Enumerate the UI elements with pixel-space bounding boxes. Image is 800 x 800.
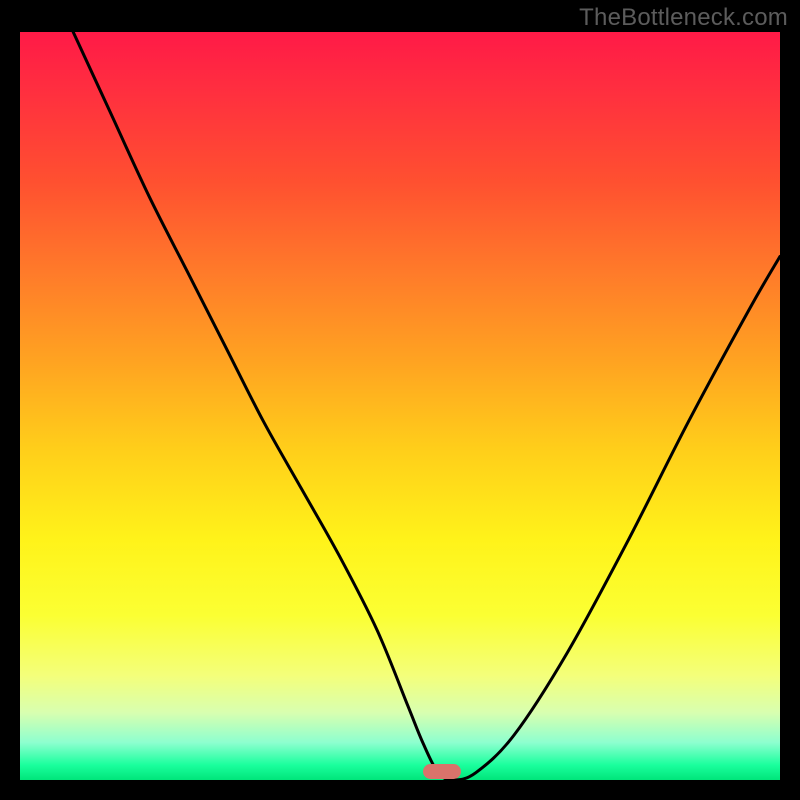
- bottleneck-curve: [20, 32, 780, 780]
- plot-area: [20, 32, 780, 780]
- watermark-text: TheBottleneck.com: [579, 4, 788, 32]
- optimum-marker: [423, 764, 461, 779]
- chart-frame: TheBottleneck.com: [0, 0, 800, 800]
